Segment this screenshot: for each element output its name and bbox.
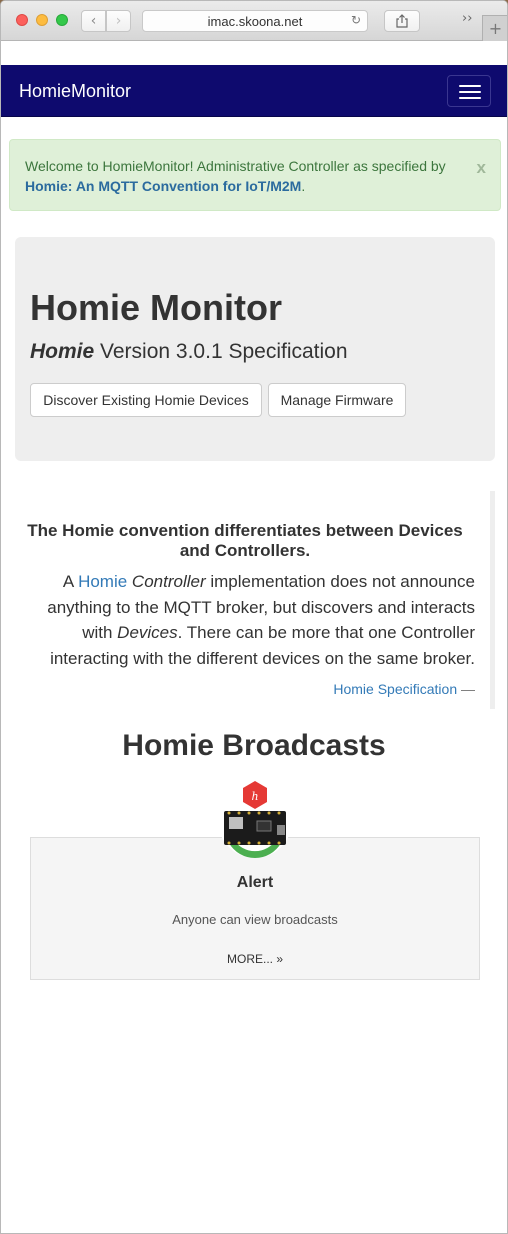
manage-firmware-button[interactable]: Manage Firmware — [268, 383, 406, 417]
blockquote-footer: Homie Specification — — [15, 681, 475, 697]
browser-titlebar: ‹ › imac.skoona.net ↻ ›› + — [1, 1, 507, 41]
blockquote-heading: The Homie convention differentiates betw… — [27, 521, 463, 560]
zoom-window-button[interactable] — [56, 14, 68, 26]
card-more-link[interactable]: MORE... » — [31, 952, 479, 966]
hamburger-icon-bar — [459, 97, 481, 99]
card-text: Anyone can view broadcasts — [172, 912, 338, 927]
blockquote-body: A Homie Controller implementation does n… — [15, 569, 475, 671]
quote-em-controller: Controller — [131, 572, 206, 591]
navbar-toggle-button[interactable] — [447, 75, 491, 107]
browser-window: ‹ › imac.skoona.net ↻ ›› + HomieMonitor … — [0, 0, 508, 1234]
jumbotron: Homie Monitor Homie Version 3.0.1 Specif… — [15, 237, 495, 461]
new-tab-button[interactable]: + — [482, 15, 507, 41]
homie-specification-link[interactable]: Homie Specification — [333, 681, 457, 697]
blockquote-border — [490, 491, 495, 709]
alert-suffix: . — [301, 178, 306, 194]
alert-text: Welcome to HomieMonitor! Administrative … — [25, 158, 446, 174]
alert-close-button[interactable]: x — [477, 158, 486, 178]
page-title: Homie Monitor — [30, 287, 282, 328]
quote-em-devices: Devices — [117, 623, 178, 642]
welcome-alert: Welcome to HomieMonitor! Administrative … — [9, 139, 501, 211]
chevron-right-icon: › — [115, 13, 122, 29]
overflow-chevron-icon[interactable]: ›› — [462, 11, 472, 26]
quote-end: . There can be more that one Controller … — [50, 623, 475, 668]
subtitle-bold: Homie — [30, 340, 95, 363]
quote-prefix: A — [62, 572, 74, 591]
plus-icon: + — [488, 19, 503, 38]
hamburger-icon-bar — [459, 85, 481, 87]
chevron-left-icon: ‹ — [90, 13, 97, 29]
footer-dash: — — [461, 681, 475, 697]
back-button[interactable]: ‹ — [81, 10, 106, 32]
homie-link[interactable]: Homie — [78, 572, 127, 591]
share-button[interactable] — [384, 10, 420, 32]
reload-icon[interactable]: ↻ — [351, 13, 361, 27]
subtitle-rest: Version 3.0.1 Specification — [100, 340, 348, 363]
page-subtitle: Homie Version 3.0.1 Specification — [30, 340, 348, 364]
homie-device-image: h — [218, 781, 292, 859]
hamburger-icon-bar — [459, 91, 481, 93]
forward-button[interactable]: › — [106, 10, 131, 32]
broadcasts-title: Homie Broadcasts — [122, 729, 386, 762]
minimize-window-button[interactable] — [36, 14, 48, 26]
discover-devices-button[interactable]: Discover Existing Homie Devices — [30, 383, 262, 417]
share-icon — [396, 14, 408, 28]
site-navbar: HomieMonitor — [1, 65, 507, 117]
close-window-button[interactable] — [16, 14, 28, 26]
svg-text:h: h — [251, 790, 258, 803]
navbar-brand[interactable]: HomieMonitor — [19, 81, 131, 102]
homie-convention-link[interactable]: Homie: An MQTT Convention for IoT/M2M — [25, 178, 301, 194]
address-bar[interactable]: imac.skoona.net ↻ — [142, 10, 368, 32]
card-title: Alert — [236, 874, 274, 891]
address-text: imac.skoona.net — [207, 13, 303, 29]
